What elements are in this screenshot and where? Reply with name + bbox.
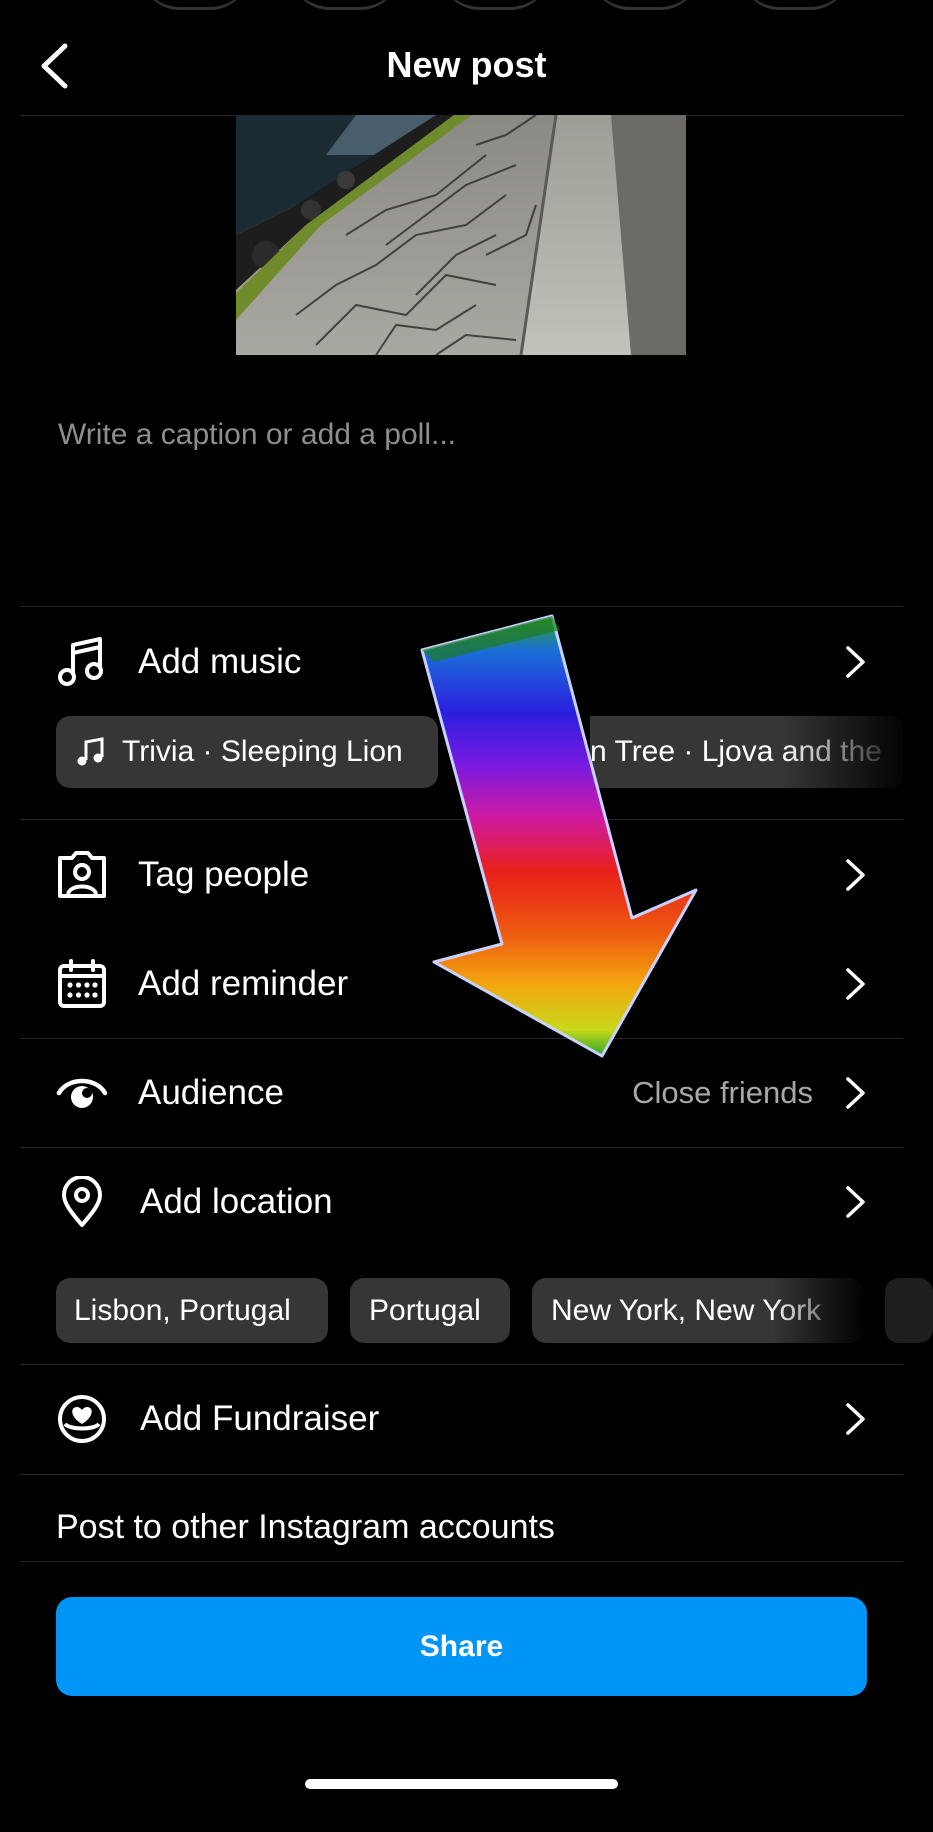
chevron-right-icon bbox=[846, 968, 865, 1000]
chevron-right-icon bbox=[846, 646, 865, 678]
add-fundraiser-label: Add Fundraiser bbox=[140, 1399, 380, 1438]
location-suggestion-chip[interactable]: New York, New York bbox=[532, 1278, 862, 1343]
add-location-label: Add location bbox=[140, 1182, 333, 1221]
rainbow-arrow-annotation bbox=[420, 614, 698, 1058]
tag-people-label: Tag people bbox=[138, 855, 310, 894]
eye-icon bbox=[56, 1067, 108, 1119]
add-reminder-label: Add reminder bbox=[138, 964, 349, 1003]
chevron-right-icon bbox=[846, 1077, 865, 1109]
add-fundraiser-row[interactable]: Add Fundraiser bbox=[0, 1379, 933, 1459]
divider bbox=[20, 1147, 903, 1148]
add-music-label: Add music bbox=[138, 642, 302, 681]
location-suggestion-chip[interactable] bbox=[885, 1278, 933, 1343]
music-note-icon bbox=[77, 737, 104, 766]
tag-person-icon bbox=[56, 849, 108, 901]
share-button[interactable]: Share bbox=[56, 1597, 867, 1696]
divider bbox=[20, 1474, 903, 1475]
fundraiser-heart-icon bbox=[56, 1393, 108, 1445]
post-to-other-accounts[interactable]: Post to other Instagram accounts bbox=[56, 1508, 555, 1547]
chevron-right-icon bbox=[846, 1403, 865, 1435]
music-note-icon bbox=[56, 636, 108, 688]
chevron-right-icon bbox=[846, 1186, 865, 1218]
chevron-right-icon bbox=[846, 859, 865, 891]
audience-label: Audience bbox=[138, 1073, 284, 1112]
add-location-row[interactable]: Add location bbox=[0, 1162, 933, 1242]
music-suggestion-label: Trivia · Sleeping Lion bbox=[122, 735, 403, 768]
post-image-preview[interactable] bbox=[236, 115, 686, 355]
divider bbox=[20, 1364, 903, 1365]
divider bbox=[20, 606, 903, 607]
music-suggestion-chip[interactable]: Trivia · Sleeping Lion bbox=[56, 716, 438, 788]
photo-pavement bbox=[236, 115, 686, 355]
location-suggestion-chip[interactable]: Lisbon, Portugal bbox=[56, 1278, 328, 1343]
page-title: New post bbox=[386, 44, 547, 85]
divider bbox=[20, 1561, 903, 1562]
header: New post bbox=[0, 0, 933, 115]
location-pin-icon bbox=[56, 1176, 108, 1228]
location-suggestion-chip[interactable]: Portugal bbox=[350, 1278, 510, 1343]
location-suggestion-label: Portugal bbox=[369, 1293, 481, 1327]
home-indicator bbox=[305, 1779, 618, 1789]
calendar-icon bbox=[56, 958, 108, 1010]
audience-value: Close friends bbox=[632, 1075, 813, 1110]
caption-input[interactable]: Write a caption or add a poll... bbox=[58, 418, 456, 452]
location-suggestion-label: Lisbon, Portugal bbox=[74, 1293, 291, 1327]
